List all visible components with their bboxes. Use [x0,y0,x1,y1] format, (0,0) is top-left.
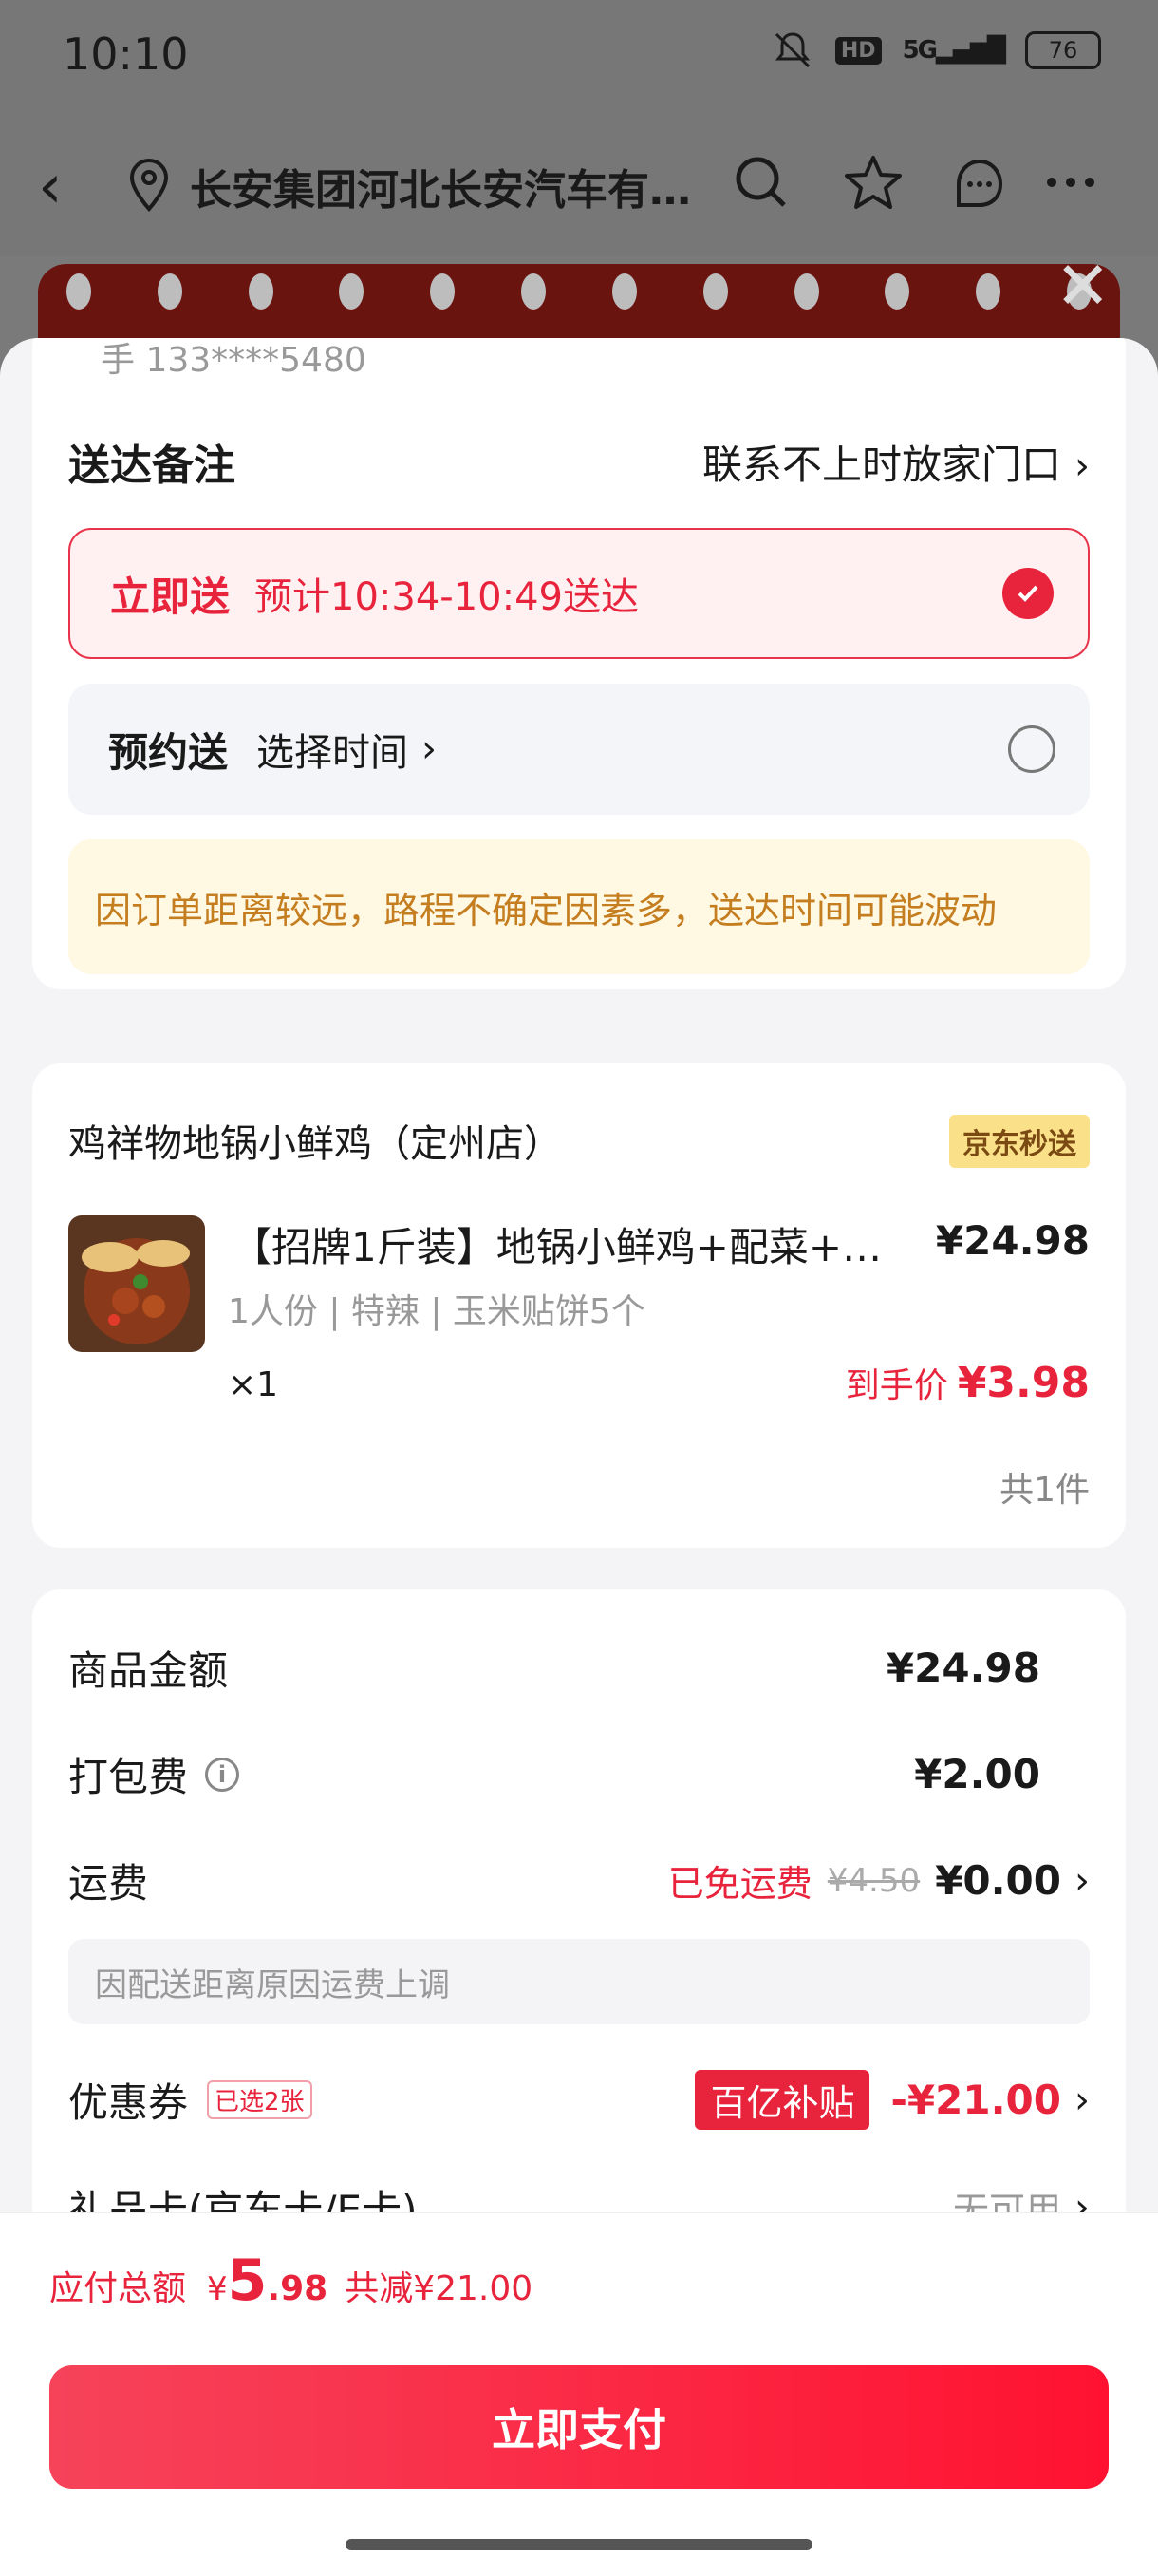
goods-amount: ¥24.98 [886,1645,1040,1691]
home-indicator[interactable] [346,2539,812,2550]
hd-icon: HD [834,36,882,65]
goods-label: 商品金额 [68,1647,229,1694]
battery-icon: 76 [1025,31,1101,69]
remark-row[interactable]: 送达备注 联系不上时放家门口 › [68,431,1090,492]
schedule-sub: 选择时间 [256,731,409,775]
pay-now-button[interactable]: 立即支付 [49,2365,1109,2489]
final-price-label: 到手价 [845,1366,948,1405]
final-price: 到手价 ¥3.98 [846,1358,1090,1407]
shipping-label: 运费 [68,1860,149,1907]
status-time: 10:10 [63,28,189,80]
radio-icon[interactable] [1008,725,1055,773]
remark-label: 送达备注 [68,442,235,490]
nav-title[interactable]: 长安集团河北长安汽车有… [190,156,712,216]
store-name[interactable]: 鸡祥物地锅小鲜鸡（定州店） [68,1113,562,1168]
back-icon[interactable]: ‹ [38,152,63,222]
nav-bar: ‹ 长安集团河北长安汽车有… [0,114,1158,256]
shipping-free: 已免运费 [667,1863,812,1905]
coupon-row[interactable]: 优惠券 已选2张 百亿补贴 -¥21.00 › [68,2070,1090,2130]
total-saved: 共减¥21.00 [345,2269,533,2308]
goods-amount-row: 商品金额 ¥24.98 [68,1639,1090,1697]
packing-fee-row: 打包费 i ¥2.00 [68,1745,1090,1803]
deliver-now-eta: 预计10:34-10:49送达 [254,575,639,619]
store-badge: 京东秒送 [949,1115,1090,1168]
shipping-amount: ¥0.00 [935,1857,1061,1904]
delivery-notice: 因订单距离较远，路程不确定因素多，送达时间可能波动 [68,839,1090,974]
mute-bell-icon [775,32,811,68]
total-decimal: .98 [267,2269,328,2308]
info-icon[interactable]: i [205,1757,240,1792]
delivery-card: 手 133****5480 送达备注 联系不上时放家门口 › 立即送 预计10:3… [32,338,1126,989]
shipping-note: 因配送距离原因运费上调 [68,1939,1090,2024]
customer-service-icon[interactable] [949,152,1010,213]
fees-card: 商品金额 ¥24.98 打包费 i ¥2.00 运费 已免运费 ¥4.50 ¥0… [32,1589,1126,2254]
shipping-row[interactable]: 运费 已免运费 ¥4.50 ¥0.00 › [68,1852,1090,1909]
phone-cut: 手 133****5480 [101,341,366,380]
total-integer: 5 [227,2247,268,2314]
packing-amount: ¥2.00 [914,1751,1040,1797]
product-name[interactable]: 【招牌1斤装】地锅小鲜鸡+配菜+… [232,1215,915,1273]
packing-label: 打包费 [68,1754,189,1800]
chevron-right-icon: › [1074,443,1090,488]
remark-value-wrap: 联系不上时放家门口 › [702,433,1090,491]
bottom-pay-bar: 应付总额 ¥ 5 .98 共减¥21.00 立即支付 [0,2212,1158,2576]
status-bar: 10:10 HD 5G▂▄▆█ 76 [0,0,1158,114]
star-icon[interactable] [843,152,904,213]
check-icon [1002,568,1054,619]
coupon-tag: 已选2张 [207,2080,312,2119]
deliver-now-label: 立即送 [110,573,231,620]
status-icons: HD 5G▂▄▆█ 76 [771,28,1101,72]
product-image[interactable] [68,1215,205,1352]
product-qty: ×1 [228,1365,279,1404]
chevron-right-icon: › [421,727,438,771]
schedule-label: 预约送 [108,728,229,776]
chevron-right-icon: › [1074,2078,1090,2122]
location-pin-icon [129,158,169,212]
search-icon[interactable] [731,152,792,213]
final-price-amount: ¥3.98 [957,1359,1090,1407]
product-price: ¥24.98 [935,1217,1090,1264]
signal-5g-icon: 5G▂▄▆█ [902,36,1006,65]
item-count: 共1件 [999,1471,1090,1510]
banner-bulbs [66,273,1092,310]
chevron-right-icon: › [1074,1858,1090,1903]
subsidy-badge: 百亿补贴 [695,2070,870,2130]
total-line: 应付总额 ¥ 5 .98 共减¥21.00 [49,2247,532,2314]
close-icon[interactable]: ✕ [1055,247,1111,325]
total-currency: ¥ [207,2270,228,2308]
option-deliver-now[interactable]: 立即送 预计10:34-10:49送达 [68,528,1090,659]
total-label: 应付总额 [49,2269,187,2308]
more-icon[interactable] [1040,152,1101,213]
coupon-amount: -¥21.00 [890,2077,1061,2123]
option-schedule[interactable]: 预约送 选择时间 › [68,684,1090,815]
shipping-original: ¥4.50 [827,1861,921,1900]
product-spec: 1人份 | 特辣 | 玉米贴饼5个 [228,1292,645,1331]
remark-value: 联系不上时放家门口 [701,441,1061,488]
store-card: 鸡祥物地锅小鲜鸡（定州店） 京东秒送 【招牌1斤装】地锅小鲜鸡+配菜+… ¥24… [32,1063,1126,1548]
coupon-label: 优惠券 [68,2079,189,2126]
